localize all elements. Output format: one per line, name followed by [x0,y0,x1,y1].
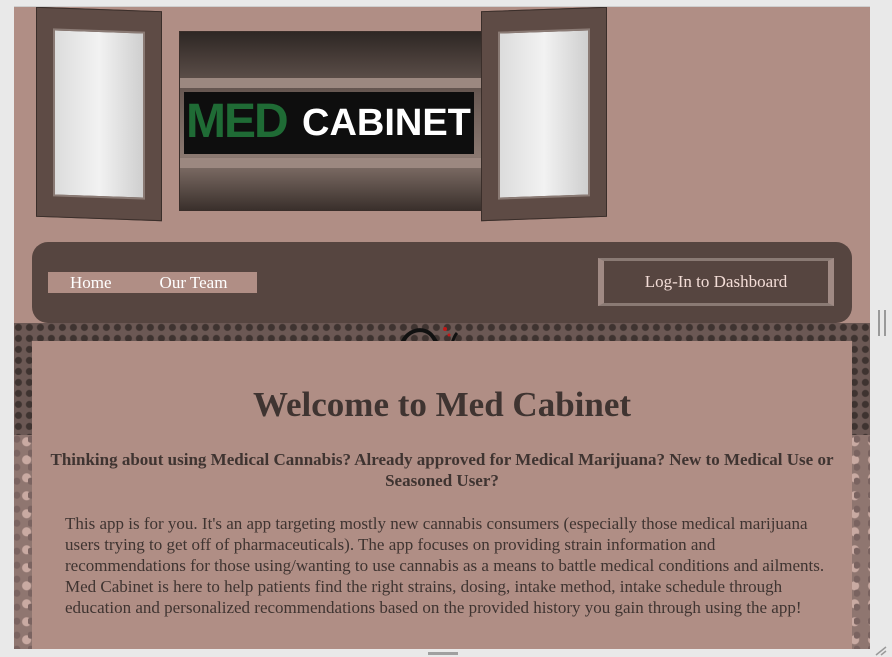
page-title: Welcome to Med Cabinet [252,385,632,424]
nav-link-our-team[interactable]: Our Team [112,272,228,293]
nav-menu: Home Our Team [48,272,257,293]
cabinet-shelf [180,78,486,88]
logo-med-text: MED [186,95,289,148]
door-glass [53,28,145,200]
logo-cabinet-text: CABINET [302,102,471,144]
navigation-bar: Home Our Team Log-In to Dashboard [32,242,852,323]
cabinet-shelf [180,158,486,168]
cabinet-door-right [481,7,607,222]
cabinet-door-left [36,7,162,222]
intro-paragraph: This app is for you. It's an app targeti… [65,514,825,617]
cabinet-interior: MED CABINET [179,31,487,211]
page-frame: MED CABINET Home Our Team Log-In to Dash… [14,6,870,649]
horizontal-scrollbar-thumb[interactable] [428,652,458,655]
page-subtitle: Thinking about using Medical Cannabis? A… [50,450,834,490]
resize-grip-icon[interactable] [872,644,888,656]
welcome-panel: Welcome to Med Cabinet Thinking about us… [32,341,852,649]
door-glass [498,28,590,200]
site-logo: MED CABINET [184,92,474,154]
header-banner: MED CABINET [36,7,611,222]
nav-link-home[interactable]: Home [48,272,112,293]
login-dashboard-button[interactable]: Log-In to Dashboard [598,258,834,306]
vertical-scrollbar-thumb[interactable] [878,310,886,336]
